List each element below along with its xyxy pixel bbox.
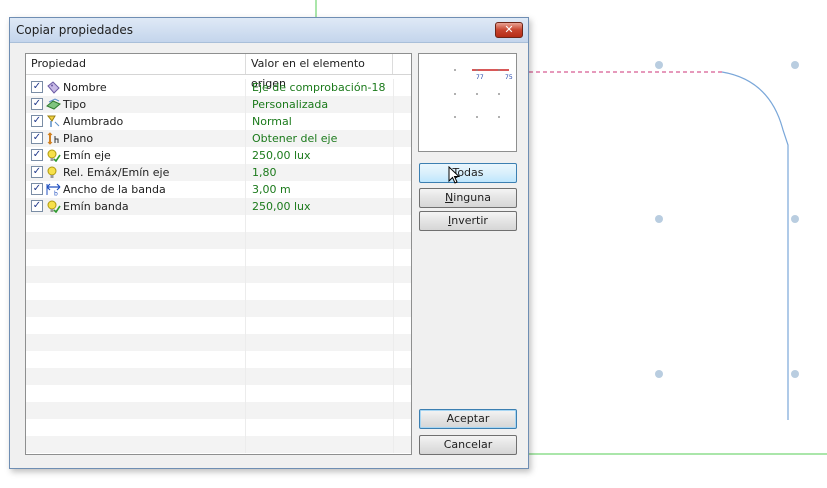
empty-row xyxy=(26,334,411,351)
property-label: Tipo xyxy=(63,98,87,111)
empty-row xyxy=(26,317,411,334)
list-item[interactable]: ✓ Tipo Personalizada xyxy=(26,96,411,113)
empty-row xyxy=(26,215,411,232)
checkbox[interactable]: ✓ xyxy=(31,183,43,195)
tag-icon xyxy=(47,81,60,94)
title-bar[interactable]: Copiar propiedades ✕ xyxy=(10,18,528,43)
properties-list[interactable]: Propiedad Valor en el elemento origen ✓ … xyxy=(25,53,412,455)
grid-point xyxy=(791,61,799,69)
property-label: Emín banda xyxy=(63,200,129,213)
list-item[interactable]: ✓ Plano Obtener del eje xyxy=(26,130,411,147)
empty-row xyxy=(26,249,411,266)
empty-row xyxy=(26,351,411,368)
bulb-icon xyxy=(47,166,57,178)
lighting-icon xyxy=(46,115,60,127)
property-value: Personalizada xyxy=(252,98,329,111)
property-label: Nombre xyxy=(63,81,107,94)
cancel-button[interactable]: Cancelar xyxy=(419,435,517,455)
column-header-property[interactable]: Propiedad xyxy=(26,54,246,74)
list-item[interactable]: ✓ b Ancho de la banda 3,00 m xyxy=(26,181,411,198)
empty-row xyxy=(26,436,411,453)
property-value: 250,00 lux xyxy=(252,200,311,213)
property-value: Obtener del eje xyxy=(252,132,338,145)
checkbox[interactable]: ✓ xyxy=(31,149,43,161)
property-value: 1,80 xyxy=(252,166,277,179)
column-header-value[interactable]: Valor en el elemento origen xyxy=(246,54,393,90)
preview-thumbnail: 77 75 xyxy=(418,53,517,152)
mouse-cursor-icon xyxy=(448,166,461,184)
bulb-icon xyxy=(47,200,61,213)
empty-row xyxy=(26,232,411,249)
width-icon: b xyxy=(46,183,61,196)
property-value: Normal xyxy=(252,115,292,128)
svg-text:b: b xyxy=(54,191,58,197)
dialog-title: Copiar propiedades xyxy=(16,23,133,37)
preview-drawing: 77 75 xyxy=(454,69,513,118)
checkbox[interactable]: ✓ xyxy=(31,98,43,110)
close-icon: ✕ xyxy=(504,23,514,36)
property-value: 3,00 m xyxy=(252,183,291,196)
list-item[interactable]: ✓ Emín eje 250,00 lux xyxy=(26,147,411,164)
close-button[interactable]: ✕ xyxy=(495,22,523,38)
copy-properties-dialog: Copiar propiedades ✕ Propiedad Valor en … xyxy=(9,17,529,469)
grid-point xyxy=(655,370,663,378)
property-label: Rel. Emáx/Emín eje xyxy=(63,166,170,179)
empty-row xyxy=(26,266,411,283)
list-item[interactable]: ✓ Emín banda 250,00 lux xyxy=(26,198,411,215)
list-item[interactable]: ✓ Alumbrado Normal xyxy=(26,113,411,130)
checkbox[interactable]: ✓ xyxy=(31,132,43,144)
select-all-button[interactable]: Todas xyxy=(419,163,517,183)
property-label: Plano xyxy=(63,132,94,145)
list-header: Propiedad Valor en el elemento origen xyxy=(26,54,411,90)
grid-point xyxy=(655,215,663,223)
preview-label: 77 xyxy=(476,74,484,81)
property-value: Eje de comprobación-18 xyxy=(252,81,386,94)
property-label: Alumbrado xyxy=(63,115,124,128)
grid-point xyxy=(791,370,799,378)
plane-icon xyxy=(47,132,59,145)
ok-button[interactable]: Aceptar xyxy=(419,409,517,429)
empty-row xyxy=(26,385,411,402)
checkbox[interactable]: ✓ xyxy=(31,200,43,212)
grid-point xyxy=(655,61,663,69)
select-none-button[interactable]: Ninguna xyxy=(419,188,517,208)
empty-row xyxy=(26,419,411,436)
list-item[interactable]: ✓ Nombre Eje de comprobación-18 xyxy=(26,79,411,96)
axis-curve xyxy=(721,71,789,420)
list-item[interactable]: ✓ Rel. Emáx/Emín eje 1,80 xyxy=(26,164,411,181)
checkbox[interactable]: ✓ xyxy=(31,81,43,93)
type-icon xyxy=(46,98,61,110)
preview-label: 75 xyxy=(505,74,513,81)
property-value: 250,00 lux xyxy=(252,149,311,162)
invert-selection-button[interactable]: Invertir xyxy=(419,211,517,231)
checkbox[interactable]: ✓ xyxy=(31,166,43,178)
bulb-icon xyxy=(47,149,61,162)
checkbox[interactable]: ✓ xyxy=(31,115,43,127)
empty-row xyxy=(26,300,411,317)
property-label: Emín eje xyxy=(63,149,111,162)
grid-point xyxy=(791,215,799,223)
empty-row xyxy=(26,283,411,300)
empty-row xyxy=(26,402,411,419)
empty-row xyxy=(26,368,411,385)
property-label: Ancho de la banda xyxy=(63,183,166,196)
